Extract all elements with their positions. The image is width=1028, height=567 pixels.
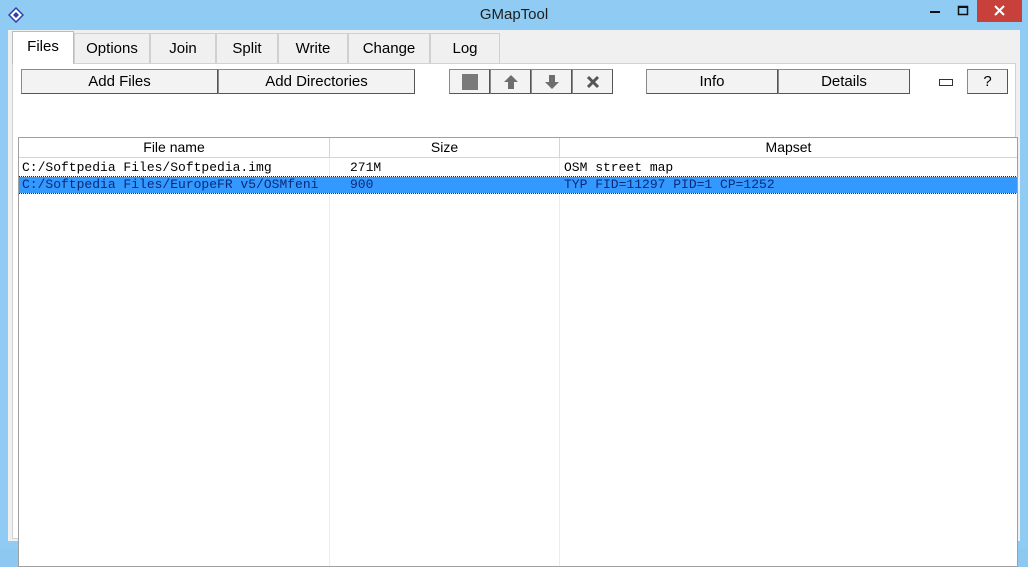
maximize-button[interactable]: [949, 0, 977, 22]
remove-x-icon: [586, 75, 599, 88]
tab-write[interactable]: Write: [278, 33, 348, 63]
help-button[interactable]: ?: [967, 69, 1008, 94]
move-down-button[interactable]: [531, 69, 572, 94]
small-toggle-icon: [939, 78, 953, 86]
cell-size: 271M: [350, 160, 382, 175]
remove-button[interactable]: [572, 69, 613, 94]
app-window: GMapTool Files Options Join Split Write …: [0, 0, 1028, 567]
tab-files[interactable]: Files: [12, 31, 74, 64]
minimize-icon: [930, 11, 940, 13]
cell-file-name: C:/Softpedia Files/EuropeFR v5/OSMfeni: [22, 177, 319, 192]
move-up-button[interactable]: [490, 69, 531, 94]
tab-change[interactable]: Change: [348, 33, 430, 63]
column-divider: [559, 158, 560, 566]
column-header-mapset[interactable]: Mapset: [560, 138, 1017, 158]
cell-file-name: C:/Softpedia Files/Softpedia.img: [22, 160, 272, 175]
column-header-size[interactable]: Size: [330, 138, 560, 158]
maximize-icon: [957, 5, 969, 16]
close-icon: [994, 5, 1005, 16]
client-area: Files Options Join Split Write Change Lo…: [8, 30, 1020, 567]
close-button[interactable]: [977, 0, 1022, 22]
details-button[interactable]: Details: [778, 69, 910, 94]
stop-button[interactable]: [449, 69, 490, 94]
tab-join[interactable]: Join: [150, 33, 216, 63]
small-toggle-button[interactable]: [929, 69, 963, 94]
table-row-selected[interactable]: C:/Softpedia Files/EuropeFR v5/OSMfeni 9…: [19, 176, 1017, 194]
tab-options[interactable]: Options: [74, 33, 150, 63]
cell-mapset: TYP FID=11297 PID=1 CP=1252: [564, 177, 775, 192]
table-row[interactable]: C:/Softpedia Files/Softpedia.img 271M OS…: [19, 160, 1017, 176]
arrow-down-icon: [544, 74, 559, 89]
cell-mapset: OSM street map: [564, 160, 674, 175]
column-divider: [329, 158, 330, 566]
add-directories-button[interactable]: Add Directories: [218, 69, 415, 94]
column-header-file-name[interactable]: File name: [19, 138, 330, 158]
window-title: GMapTool: [479, 6, 549, 23]
file-list-table[interactable]: File name Size Mapset C:/Softpedia Files…: [18, 137, 1018, 567]
add-files-button[interactable]: Add Files: [21, 69, 218, 94]
arrow-up-icon: [503, 74, 518, 89]
cell-size: 900: [350, 177, 374, 192]
stop-square-icon: [461, 73, 478, 90]
minimize-button[interactable]: [921, 0, 949, 22]
tab-split[interactable]: Split: [216, 33, 278, 63]
info-button[interactable]: Info: [646, 69, 778, 94]
files-panel: SOFTPEDIA Add Files Add Directories Info…: [12, 63, 1018, 567]
tab-log[interactable]: Log: [430, 33, 500, 63]
title-bar[interactable]: GMapTool: [0, 0, 1028, 30]
